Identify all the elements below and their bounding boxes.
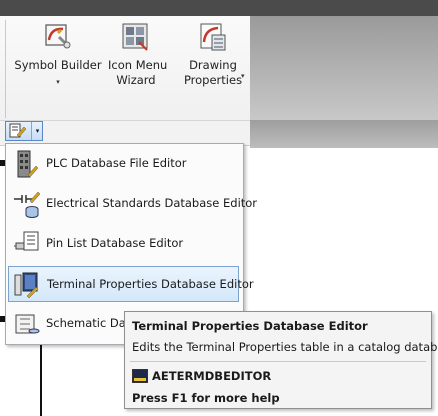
ribbon-panel-bar-empty <box>250 120 438 148</box>
tooltip-description: Edits the Terminal Properties table in a… <box>132 340 438 354</box>
icon-menu-label-1: Icon Menu <box>108 58 168 72</box>
icon-menu-wizard-icon <box>122 23 148 51</box>
menu-item-terminal-properties-editor[interactable]: Terminal Properties Database Editor <box>8 266 254 302</box>
drawing-properties-button[interactable]: Drawing Properties <box>180 22 246 88</box>
symbol-builder-label: Symbol Builder <box>14 58 102 72</box>
chevron-down-icon[interactable]: ▾ <box>241 72 245 80</box>
icon-menu-wizard-button[interactable]: Icon Menu Wizard <box>108 22 168 88</box>
ribbon-separator <box>5 20 6 118</box>
drawing-properties-label-1: Drawing <box>189 58 237 72</box>
menu-item-label: Electrical Standards Database Editor <box>46 196 258 210</box>
plc-database-icon <box>17 150 39 178</box>
title-bar <box>0 0 438 16</box>
tooltip-title: Terminal Properties Database Editor <box>132 319 368 333</box>
ribbon-empty-area <box>250 16 438 120</box>
chevron-down-icon[interactable]: ▾ <box>56 75 60 90</box>
database-editors-split-button[interactable]: ▾ <box>5 121 43 141</box>
schematic-icon <box>15 314 40 334</box>
drawing-properties-icon <box>200 23 226 51</box>
database-editor-icon <box>9 123 27 138</box>
menu-item-electrical-standards-editor[interactable]: Electrical Standards Database Editor <box>8 186 257 222</box>
pin-list-icon <box>14 231 39 251</box>
menu-item-plc-database-editor[interactable]: PLC Database File Editor <box>8 146 239 182</box>
menu-item-label: Terminal Properties Database Editor <box>47 277 254 291</box>
symbol-builder-button[interactable]: Symbol Builder ▾ <box>14 22 102 90</box>
menu-item-label: PLC Database File Editor <box>46 156 187 170</box>
drawing-properties-label-2: Properties <box>183 73 243 87</box>
tooltip-separator <box>130 361 426 362</box>
command-tooltip: Terminal Properties Database Editor Edit… <box>124 311 438 409</box>
symbol-builder-icon <box>45 24 71 49</box>
icon-menu-label-2: Wizard <box>116 73 156 87</box>
chevron-down-icon[interactable]: ▾ <box>31 122 43 140</box>
tooltip-help-text: Press F1 for more help <box>132 391 280 405</box>
menu-item-pin-list-editor[interactable]: Pin List Database Editor <box>8 226 239 262</box>
tooltip-command-name: AETERMDBEDITOR <box>152 369 272 383</box>
command-line-icon <box>132 369 148 383</box>
menu-item-label: Pin List Database Editor <box>46 236 184 250</box>
electrical-standards-icon <box>14 191 41 218</box>
terminal-properties-icon <box>14 272 39 299</box>
